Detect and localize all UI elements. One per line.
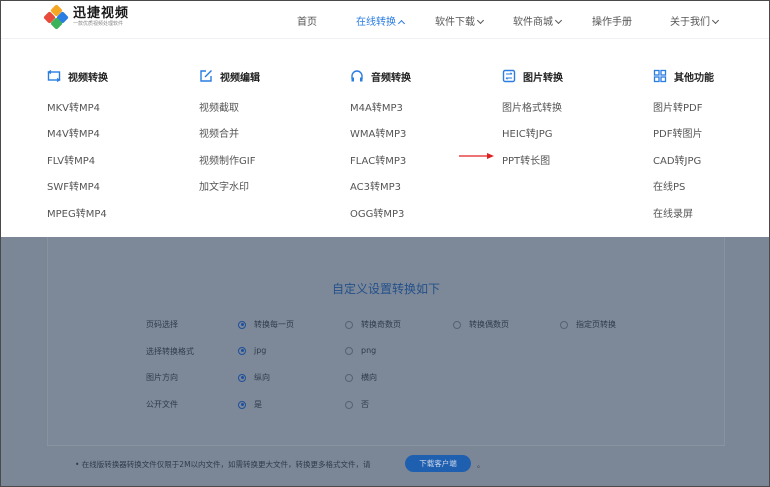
- format-select-label: 选择转换格式: [146, 347, 194, 356]
- menu-column-image-convert: 图片转换 图片格式转换 HEIC转JPG PPT转长图: [502, 69, 563, 167]
- radio-format-jpg[interactable]: jpg: [238, 346, 266, 355]
- logo-title: 迅捷视频: [73, 6, 130, 21]
- file-size-notice: • 在线版转换器转换文件仅限于2M以内文件，如需转换更大文件，转换更多格式文件，…: [75, 460, 371, 469]
- menu-item-flv-mp4[interactable]: FLV转MP4: [47, 152, 95, 167]
- menu-item-video-merge[interactable]: 视频合并: [199, 125, 239, 140]
- radio-selected-icon: [238, 346, 246, 355]
- menu-item-ppt-long-image[interactable]: PPT转长图: [502, 152, 550, 167]
- chevron-down-icon: [711, 16, 720, 25]
- conversion-settings-panel: 自定义设置转换如下 页码选择 转换每一页 转换奇数页 转换偶数页 指定页转换 选…: [47, 237, 725, 445]
- menu-item-pdf-image[interactable]: PDF转图片: [653, 125, 702, 140]
- menu-item-image-format[interactable]: 图片格式转换: [502, 99, 562, 114]
- radio-landscape[interactable]: 横向: [345, 372, 377, 383]
- menu-item-m4v-mp4[interactable]: M4V转MP4: [47, 125, 100, 140]
- browser-viewport: 迅捷视频 一款优质视频处理软件 首页 在线转换 软件下载 软件商城 操作手册 关…: [0, 0, 770, 487]
- radio-public-yes[interactable]: 是: [238, 399, 262, 410]
- menu-item-video-cut[interactable]: 视频截取: [199, 99, 239, 114]
- radio-format-png[interactable]: png: [345, 346, 376, 355]
- notice-bar: • 在线版转换器转换文件仅限于2M以内文件，如需转换更大文件，转换更多格式文件，…: [47, 445, 725, 485]
- menu-item-image-pdf[interactable]: 图片转PDF: [653, 99, 702, 114]
- nav-software-store[interactable]: 软件商城: [513, 13, 563, 28]
- menu-column-video-convert: 视频转换 MKV转MP4 M4V转MP4 FLV转MP4 SWF转MP4 MPE…: [47, 69, 108, 220]
- radio-icon: [345, 346, 353, 355]
- nav-online-convert[interactable]: 在线转换: [356, 13, 406, 28]
- menu-item-ac3-mp3[interactable]: AC3转MP3: [350, 178, 401, 193]
- radio-convert-even-pages[interactable]: 转换偶数页: [453, 319, 509, 330]
- image-convert-icon: [502, 69, 516, 83]
- radio-icon: [345, 320, 353, 329]
- online-convert-dropdown: 视频转换 MKV转MP4 M4V转MP4 FLV转MP4 SWF转MP4 MPE…: [1, 38, 769, 237]
- menu-item-ogg-mp3[interactable]: OGG转MP3: [350, 205, 404, 220]
- menu-item-text-watermark[interactable]: 加文字水印: [199, 178, 249, 193]
- menu-column-title: 视频编辑: [199, 69, 260, 84]
- orientation-label: 图片方向: [146, 373, 178, 382]
- download-client-button[interactable]: 下载客户端: [405, 455, 471, 472]
- menu-item-swf-mp4[interactable]: SWF转MP4: [47, 178, 100, 193]
- video-convert-icon: [47, 69, 61, 83]
- red-arrow-annotation: [459, 153, 494, 159]
- edit-icon: [199, 69, 213, 83]
- settings-title: 自定义设置转换如下: [331, 282, 440, 296]
- radio-convert-odd-pages[interactable]: 转换奇数页: [345, 319, 401, 330]
- nav-about[interactable]: 关于我们: [670, 13, 720, 28]
- chevron-down-icon: [554, 16, 563, 25]
- headphones-icon: [350, 69, 364, 83]
- logo-subtitle: 一款优质视频处理软件: [73, 21, 124, 27]
- menu-column-title: 音频转换: [350, 69, 411, 84]
- menu-column-audio-convert: 音频转换 M4A转MP3 WMA转MP3 FLAC转MP3 AC3转MP3 OG…: [350, 69, 411, 220]
- nav-manual[interactable]: 操作手册: [592, 13, 632, 28]
- menu-column-title: 图片转换: [502, 69, 563, 84]
- public-file-label: 公开文件: [146, 400, 178, 409]
- nav-software-download[interactable]: 软件下载: [435, 13, 485, 28]
- nav-home[interactable]: 首页: [297, 13, 317, 28]
- menu-item-online-ps[interactable]: 在线PS: [653, 178, 685, 193]
- radio-selected-icon: [238, 373, 246, 382]
- radio-icon: [345, 400, 353, 409]
- radio-selected-icon: [238, 320, 246, 329]
- radio-specified-pages[interactable]: 指定页转换: [560, 319, 616, 330]
- menu-item-cad-jpg[interactable]: CAD转JPG: [653, 152, 701, 167]
- menu-item-flac-mp3[interactable]: FLAC转MP3: [350, 152, 406, 167]
- radio-convert-every-page[interactable]: 转换每一页: [238, 319, 294, 330]
- page-select-label: 页码选择: [146, 320, 178, 329]
- notice-period: 。: [477, 460, 485, 469]
- menu-item-mkv-mp4[interactable]: MKV转MP4: [47, 99, 100, 114]
- menu-column-title: 其他功能: [653, 69, 714, 84]
- menu-item-video-gif[interactable]: 视频制作GIF: [199, 152, 255, 167]
- radio-icon: [560, 320, 568, 329]
- radio-portrait[interactable]: 纵向: [238, 372, 270, 383]
- logo-icon: [43, 4, 69, 30]
- chevron-up-icon: [397, 19, 406, 28]
- grid-icon: [653, 69, 667, 83]
- menu-item-screen-record[interactable]: 在线录屏: [653, 205, 693, 220]
- radio-public-no[interactable]: 否: [345, 399, 369, 410]
- radio-icon: [345, 373, 353, 382]
- logo[interactable]: 迅捷视频 一款优质视频处理软件: [43, 4, 130, 30]
- radio-selected-icon: [238, 400, 246, 409]
- radio-icon: [453, 320, 461, 329]
- menu-item-wma-mp3[interactable]: WMA转MP3: [350, 125, 406, 140]
- chevron-down-icon: [476, 16, 485, 25]
- menu-item-heic-jpg[interactable]: HEIC转JPG: [502, 125, 553, 140]
- menu-column-other: 其他功能 图片转PDF PDF转图片 CAD转JPG 在线PS 在线录屏: [653, 69, 714, 220]
- menu-column-title: 视频转换: [47, 69, 108, 84]
- menu-item-mpeg-mp4[interactable]: MPEG转MP4: [47, 205, 107, 220]
- menu-item-m4a-mp3[interactable]: M4A转MP3: [350, 99, 403, 114]
- menu-column-video-edit: 视频编辑 视频截取 视频合并 视频制作GIF 加文字水印: [199, 69, 260, 193]
- site-header: 迅捷视频 一款优质视频处理软件 首页 在线转换 软件下载 软件商城 操作手册 关…: [1, 1, 769, 38]
